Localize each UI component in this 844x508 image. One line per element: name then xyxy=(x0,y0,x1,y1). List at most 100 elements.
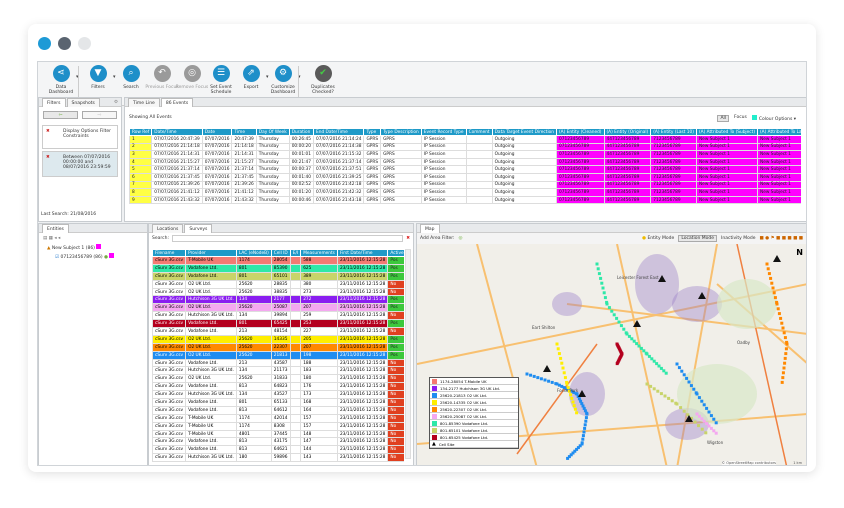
table-row[interactable]: cSurv 3G.csv T-Mobile UK 1174 28054 588 23/11… xyxy=(152,256,404,265)
table-row[interactable]: cSurv 3G.csv Vodafone Ltd. 801 65425 253 23/1… xyxy=(152,319,404,329)
table-row[interactable]: cSurv 3G.csv O2 UK Ltd. 25620 31833 180 23/11… xyxy=(152,374,404,384)
map-tool-icons[interactable]: ■ ● ⚑ ■ ■ ■ ■ ■ xyxy=(760,236,803,241)
table-row[interactable]: cSurv 3G.csv Hutchison 3G UK Ltd. 134 21173… xyxy=(152,366,404,376)
tab-filters[interactable]: Filters xyxy=(42,98,66,107)
toolbar-button-3[interactable]: ↶ Previous Focus xyxy=(145,65,179,90)
column-header[interactable]: Date/Time xyxy=(151,128,203,136)
column-header[interactable]: Row Ref xyxy=(129,128,153,136)
column-header[interactable]: Measurements xyxy=(300,249,338,257)
column-header[interactable]: Time xyxy=(231,128,257,136)
tab-snapshots[interactable]: Snapshots xyxy=(66,98,100,107)
table-row[interactable]: cSurv 3G.csv O2 UK Ltd. 25620 38835 273 23/11… xyxy=(152,287,404,297)
filter-item[interactable]: ✖ Between 07/07/2016 00:00:00 and 08/07/… xyxy=(42,151,118,177)
table-row[interactable]: 8 07/07/2016 21:41:12 07/07/2016 21:41:12 Th… xyxy=(129,188,801,197)
clear-search-icon[interactable]: ✖ xyxy=(406,236,410,241)
tab-map[interactable]: Map xyxy=(420,224,440,233)
column-header[interactable]: E/I xyxy=(289,249,302,257)
table-row[interactable]: cSurv 3G.csv Hutchison 3G UK Ltd. 134 2177 2… xyxy=(152,295,404,305)
table-row[interactable]: cSurv 3G.csv T-Mobile UK 1174 42014 157 23/11… xyxy=(152,413,404,423)
table-row[interactable]: cSurv 3G.csv Vodafone Ltd. 813 64823 176 23/1… xyxy=(152,382,404,392)
table-row[interactable]: 6 07/07/2016 21:37:45 07/07/2016 21:37:45 Th… xyxy=(129,172,801,182)
table-row[interactable]: cSurv 3G.csv O2 UK Ltd. 25620 28835 380 23/11… xyxy=(152,279,404,289)
settings-gear-icon[interactable]: ⚙ xyxy=(114,98,118,107)
toolbar-button-7[interactable]: ⚙ Customize Dashboard xyxy=(266,65,300,95)
search-input[interactable] xyxy=(171,235,404,242)
table-row[interactable]: cSurv 3G.csv Vodafone Ltd. 213 48154 227 23/1… xyxy=(152,327,404,336)
add-area-filter-icon[interactable]: ◎ xyxy=(459,236,463,241)
column-header[interactable]: (A) Entity (Original) xyxy=(603,128,652,136)
filter-item[interactable]: ✖ Display Options Filter Constraints xyxy=(42,125,118,149)
column-header[interactable]: End Date/Time xyxy=(312,128,365,136)
vertical-scrollbar[interactable] xyxy=(405,249,411,459)
table-row[interactable]: 7 07/07/2016 21:39:26 07/07/2016 21:39:26 Th… xyxy=(129,180,801,190)
location-mode-button[interactable]: Location Mode xyxy=(678,235,718,242)
remove-filter-icon[interactable]: ✖ xyxy=(46,155,50,160)
table-row[interactable]: cSurv 3G.csv Hutchison 3G UK Ltd. 134 39894… xyxy=(152,311,404,321)
tab-surveys[interactable]: Surveys xyxy=(184,224,213,233)
table-row[interactable]: cSurv 3G.csv Hutchison 3G UK Ltd. 134 43527… xyxy=(152,390,404,400)
tab-events[interactable]: 86 Events xyxy=(160,98,194,107)
table-row[interactable]: cSurv 3G.csv Vodafone Ltd. 813 64621 144 23/1… xyxy=(152,445,404,455)
toolbar-button-6[interactable]: ⇗ Export xyxy=(234,65,268,90)
toolbar-button-1[interactable]: ▼ Filters xyxy=(81,65,115,90)
colour-options-button[interactable]: Colour Options ▾ xyxy=(751,115,796,122)
table-row[interactable]: 5 07/07/2016 21:37:14 07/07/2016 21:37:14 Th… xyxy=(129,165,801,174)
toolbar-button-0[interactable]: ⋖ Data Dashboard xyxy=(44,65,78,95)
all-toggle[interactable]: All xyxy=(717,115,730,122)
table-row[interactable]: cSurv 3G.csv T-Mobile UK 1174 8308 157 23/11/… xyxy=(152,421,404,431)
column-header[interactable]: (A) Attributed To Last 10 xyxy=(756,128,801,136)
tab-locations[interactable]: Locations xyxy=(152,224,184,233)
table-row[interactable]: cSurv 3G.csv Vodafone Ltd. 801 85390 625 23/1… xyxy=(152,263,404,273)
table-row[interactable]: cSurv 3G.csv Vodafone Ltd. 801 65101 389 23/1… xyxy=(152,271,404,281)
column-header[interactable]: First Date/Time xyxy=(336,249,389,257)
table-row[interactable]: cSurv 3G.csv Hutchison 3G UK Ltd. 180 59896… xyxy=(152,453,404,463)
tree-subject[interactable]: ▲ New Subject 1 (86) xyxy=(39,244,147,251)
table-row[interactable]: 9 07/07/2016 21:43:32 07/07/2016 21:43:32 Th… xyxy=(129,195,801,205)
column-header[interactable]: (A) Entity (Last 10) xyxy=(650,128,697,136)
inactivity-mode-button[interactable]: Inactivity Mode xyxy=(721,236,755,241)
column-header[interactable]: Duration xyxy=(288,128,315,136)
column-header[interactable]: Filename xyxy=(152,249,187,257)
focus-toggle[interactable]: Focus xyxy=(734,115,747,122)
toolbar-button-2[interactable]: ⌕ Search xyxy=(114,65,148,90)
column-header[interactable]: Active? xyxy=(387,249,404,257)
toolbar-button-5[interactable]: ☰ Set Event Schedule xyxy=(204,65,238,95)
column-header[interactable]: (A) Attributed To (Subject) xyxy=(695,128,759,136)
column-header[interactable]: Date xyxy=(201,128,233,136)
toolbar-button-8[interactable]: ✔ Duplicates Checked? xyxy=(306,65,340,95)
table-row[interactable]: cSurv 3G.csv Vodafone Ltd. 213 43587 188 23/1… xyxy=(152,358,404,368)
table-row[interactable]: 2 07/07/2016 21:14:18 07/07/2016 21:14:18 Th… xyxy=(129,142,801,152)
table-row[interactable]: cSurv 3G.csv O2 UK Ltd. 25620 21813 198 23/11… xyxy=(152,350,404,360)
tab-timeline[interactable]: Time Line xyxy=(128,98,160,107)
column-header[interactable]: Type xyxy=(363,128,382,136)
table-row[interactable]: cSurv 3G.csv Vodafone Ltd. 813 43175 147 23/1… xyxy=(152,437,404,447)
window-dot-light[interactable] xyxy=(78,37,91,50)
column-header[interactable]: LAC (eNodeB) xyxy=(235,249,272,257)
table-row[interactable]: cSurv 3G.csv Vodafone Ltd. 813 64612 164 23/1… xyxy=(152,405,404,415)
column-header[interactable]: Cell ID xyxy=(270,249,291,257)
tab-entities[interactable]: Entities xyxy=(42,224,69,233)
column-header[interactable]: (A) Entity (Cleaned) xyxy=(556,128,605,136)
column-header[interactable]: Provider xyxy=(185,249,237,257)
column-header[interactable]: Comment xyxy=(465,128,493,136)
table-row[interactable]: 1 07/07/2016 20:47:39 07/07/2016 20:47:39 Th… xyxy=(129,135,801,144)
column-header[interactable]: Event Record Type xyxy=(420,128,467,136)
tree-number[interactable]: ☑ 07123456789 (86) ● xyxy=(39,253,147,260)
table-row[interactable]: cSurv 3G.csv Vodafone Ltd. 801 65133 168 23/1… xyxy=(152,398,404,407)
entity-mode-button[interactable]: ● Entity Mode xyxy=(642,236,674,241)
back-arrow-button[interactable]: ⇦ xyxy=(43,111,78,119)
table-row[interactable]: cSurv 3G.csv O2 UK Ltd. 25620 14335 205 23/11… xyxy=(152,334,404,344)
forward-arrow-button[interactable]: ⇨ xyxy=(82,111,117,119)
window-dot-gray[interactable] xyxy=(58,37,71,50)
column-header[interactable]: Day Of Week xyxy=(255,128,290,136)
checkbox-icon[interactable]: ☑ xyxy=(55,255,59,260)
column-header[interactable]: Type Description xyxy=(380,128,422,136)
table-row[interactable]: cSurv 3G.csv T-Mobile UK 4801 37445 148 23/11… xyxy=(152,429,404,439)
table-row[interactable]: cSurv 3G.csv O2 UK Ltd. 25620 22307 207 23/11… xyxy=(152,342,404,352)
table-row[interactable]: 3 07/07/2016 21:14:31 07/07/2016 21:14:31 Th… xyxy=(129,150,801,159)
remove-filter-icon[interactable]: ✖ xyxy=(46,129,50,134)
table-row[interactable]: 4 07/07/2016 21:15:27 07/07/2016 21:15:27 Th… xyxy=(129,157,801,167)
column-header[interactable]: Data Target Event Direction xyxy=(491,128,558,136)
table-row[interactable]: cSurv 3G.csv O2 UK Ltd. 25620 25087 207 23/11… xyxy=(152,303,404,313)
window-dot-blue[interactable] xyxy=(38,37,51,50)
